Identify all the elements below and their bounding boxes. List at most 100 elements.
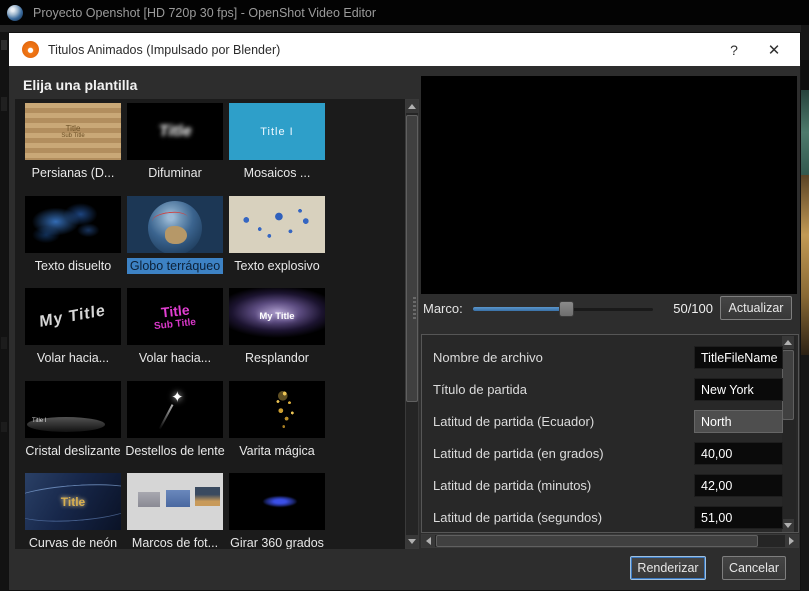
form-field-input[interactable]: 42,00	[694, 474, 783, 497]
template-item[interactable]: Varita mágica	[226, 381, 328, 459]
template-item[interactable]: Title Difuminar	[124, 103, 226, 181]
dialog-title: Titulos Animados (Impulsado por Blender)	[48, 43, 714, 57]
flare-decoration	[159, 404, 174, 430]
form-scrollbar-thumb[interactable]	[782, 350, 794, 420]
template-thumbnail[interactable]	[229, 196, 325, 253]
template-thumbnail[interactable]: Title I	[229, 103, 325, 160]
template-thumbnail[interactable]	[127, 196, 223, 253]
main-window-right-edge	[801, 25, 809, 591]
form-field-label: Latitud de partida (en grados)	[433, 442, 604, 466]
template-label[interactable]: Persianas (D...	[22, 165, 124, 181]
template-label[interactable]: Texto disuelto	[22, 258, 124, 274]
template-label[interactable]: Volar hacia...	[124, 350, 226, 366]
frame-slider[interactable]	[473, 298, 653, 320]
cancel-button[interactable]: Cancelar	[722, 556, 786, 580]
thumbnail-text: My Title	[40, 302, 107, 332]
template-label[interactable]: Cristal deslizante	[22, 443, 124, 459]
form-field-dropdown[interactable]: North	[694, 410, 783, 433]
template-item[interactable]: TitleSub Title Persianas (D...	[22, 103, 124, 181]
template-item[interactable]: TitleSub Title Volar hacia...	[124, 288, 226, 366]
thumbnail-text: Title	[61, 495, 85, 509]
scroll-up-button[interactable]	[406, 100, 418, 113]
thumbnail-text: Title I	[32, 418, 46, 424]
template-list-scrollbar[interactable]	[405, 99, 419, 549]
form-scrollbar[interactable]	[782, 336, 796, 532]
scroll-right-button[interactable]	[785, 535, 798, 547]
template-item[interactable]: My Title Volar hacia...	[22, 288, 124, 366]
scroll-left-button[interactable]	[422, 535, 435, 547]
template-label[interactable]: Destellos de lente	[124, 443, 226, 459]
template-thumbnail[interactable]	[229, 381, 325, 438]
thumbnail-text: Title	[66, 124, 81, 133]
blender-icon	[22, 41, 39, 58]
template-thumbnail[interactable]: TitleSub Title	[127, 288, 223, 345]
main-window-left-edge	[0, 32, 8, 591]
template-grid: TitleSub TitlePersianas (D...TitleDifumi…	[15, 99, 403, 549]
main-window-titlebar: Proyecto Openshot [HD 720p 30 fps] - Ope…	[0, 0, 809, 25]
close-button[interactable]: ✕	[754, 41, 794, 59]
template-label[interactable]: Texto explosivo	[226, 258, 328, 274]
template-thumbnail[interactable]	[229, 473, 325, 530]
splitter-grip[interactable]	[413, 297, 416, 321]
template-label[interactable]: Globo terráqueo	[127, 258, 223, 274]
template-thumbnail[interactable]	[127, 473, 223, 530]
template-thumbnail[interactable]: Title	[25, 473, 121, 530]
template-thumbnail[interactable]	[127, 381, 223, 438]
template-label[interactable]: Varita mágica	[226, 443, 328, 459]
template-item[interactable]: Texto disuelto	[22, 196, 124, 274]
form-field-input[interactable]: New York	[694, 378, 783, 401]
dialog-buttons: Renderizar Cancelar	[630, 556, 786, 580]
frame-label: Marco:	[423, 301, 463, 316]
template-item[interactable]: Title Curvas de neón	[22, 473, 124, 549]
template-thumbnail[interactable]: TitleSub Title	[25, 103, 121, 160]
form-field-input[interactable]: 40,00	[694, 442, 783, 465]
form-field-label: Latitud de partida (segundos)	[433, 506, 602, 530]
form-field-input[interactable]: TitleFileName	[694, 346, 783, 369]
scrollbar-thumb[interactable]	[406, 115, 418, 402]
rotate-decoration	[263, 496, 297, 507]
update-button[interactable]: Actualizar	[720, 296, 792, 320]
template-label[interactable]: Girar 360 grados	[226, 535, 328, 549]
scroll-down-button[interactable]	[406, 535, 418, 548]
slider-handle[interactable]	[559, 301, 574, 317]
template-thumbnail[interactable]: My Title	[229, 288, 325, 345]
template-item[interactable]: Texto explosivo	[226, 196, 328, 274]
template-label[interactable]: Marcos de fot...	[124, 535, 226, 549]
choose-template-heading: Elija una plantilla	[23, 77, 137, 93]
form-scroll-down-button[interactable]	[782, 519, 794, 532]
help-button[interactable]: ?	[714, 42, 754, 58]
thumbnail-text: Title	[158, 123, 193, 141]
form-scroll-up-button[interactable]	[782, 336, 794, 349]
template-thumbnail[interactable]: Title I	[25, 381, 121, 438]
thumbnail-text: My Title	[259, 311, 294, 322]
template-item[interactable]: Title I Mosaicos ...	[226, 103, 328, 181]
template-label[interactable]: Resplandor	[226, 350, 328, 366]
template-label[interactable]: Difuminar	[124, 165, 226, 181]
form-horizontal-scrollbar[interactable]	[421, 534, 799, 548]
main-window-title: Proyecto Openshot [HD 720p 30 fps] - Ope…	[33, 6, 376, 20]
template-item[interactable]: Girar 360 grados	[226, 473, 328, 549]
openshot-logo-icon	[7, 5, 23, 21]
template-thumbnail[interactable]	[25, 196, 121, 253]
template-item[interactable]: Globo terráqueo	[124, 196, 226, 279]
template-item[interactable]: Marcos de fot...	[124, 473, 226, 549]
render-button[interactable]: Renderizar	[630, 556, 706, 580]
template-thumbnail[interactable]: Title	[127, 103, 223, 160]
template-label[interactable]: Volar hacia...	[22, 350, 124, 366]
frame-control-row: Marco: 50/100 Actualizar	[413, 295, 797, 323]
template-label[interactable]: Curvas de neón	[22, 535, 124, 549]
template-thumbnail[interactable]: My Title	[25, 288, 121, 345]
horizontal-scrollbar-thumb[interactable]	[436, 535, 758, 547]
dialog-titlebar[interactable]: Titulos Animados (Impulsado por Blender)…	[9, 33, 800, 66]
thumbnail-text: Sub Title	[61, 133, 84, 139]
template-item[interactable]: My Title Resplandor	[226, 288, 328, 366]
template-item[interactable]: Destellos de lente	[124, 381, 226, 459]
slider-fill	[473, 307, 567, 311]
template-label[interactable]: Mosaicos ...	[226, 165, 328, 181]
animated-titles-dialog: Titulos Animados (Impulsado por Blender)…	[8, 32, 801, 591]
screen: Proyecto Openshot [HD 720p 30 fps] - Ope…	[0, 0, 809, 591]
template-item[interactable]: Title I Cristal deslizante	[22, 381, 124, 459]
form-field-label: Título de partida	[433, 378, 527, 402]
render-preview	[421, 76, 797, 294]
form-field-input[interactable]: 51,00	[694, 506, 783, 529]
